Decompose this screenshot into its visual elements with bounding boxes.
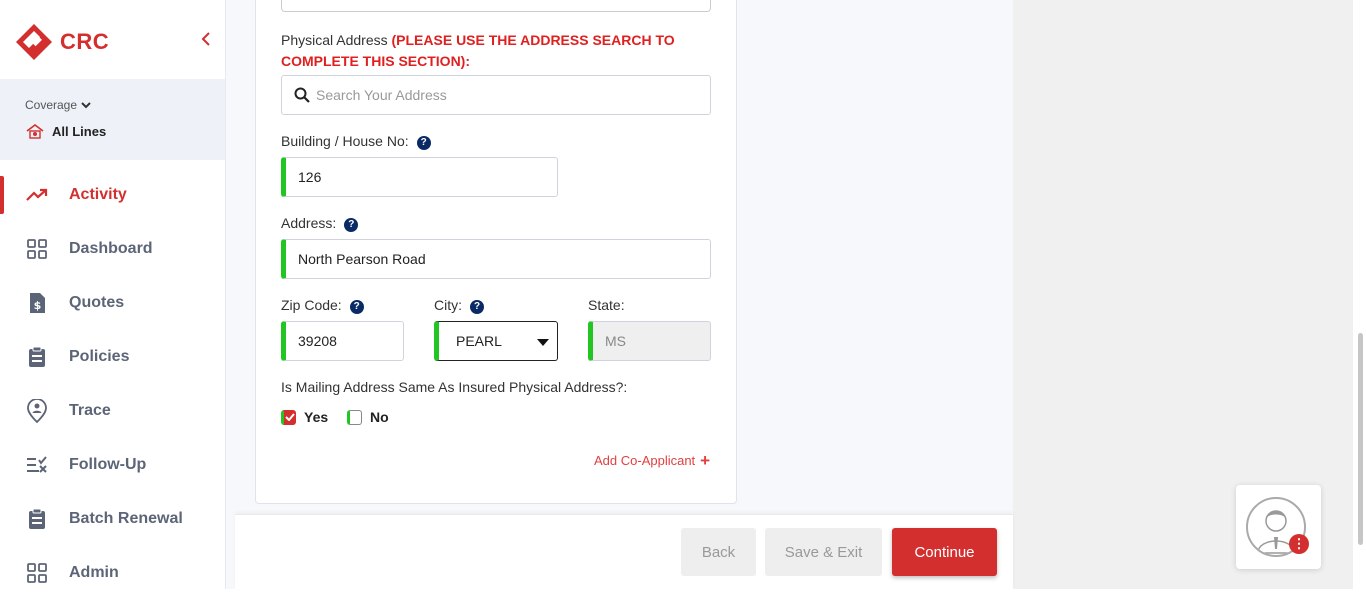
svg-text:$: $ bbox=[34, 299, 42, 312]
help-icon[interactable]: ? bbox=[344, 218, 359, 232]
sidebar-item-activity[interactable]: Activity bbox=[0, 168, 225, 222]
dollar-doc-icon: $ bbox=[26, 292, 48, 314]
chevron-left-icon bbox=[201, 32, 210, 46]
sidebar-item-dashboard[interactable]: Dashboard bbox=[0, 222, 225, 276]
list-check-icon bbox=[26, 454, 48, 476]
building-number-input[interactable]: 126 bbox=[281, 157, 558, 197]
grid-icon bbox=[26, 562, 48, 584]
address-label: Address:? bbox=[281, 215, 359, 232]
no-label: No bbox=[370, 409, 389, 425]
sidebar-item-label: Trace bbox=[69, 402, 111, 419]
sidebar-nav: Activity Dashboard $ Quotes Policies Tra… bbox=[0, 168, 225, 600]
sidebar-item-label: Dashboard bbox=[69, 240, 153, 257]
mailing-same-yes-checkbox[interactable]: Yes bbox=[281, 409, 328, 425]
sidebar-item-policies[interactable]: Policies bbox=[0, 330, 225, 384]
sidebar-item-label: Activity bbox=[69, 186, 127, 203]
sidebar-item-label: Policies bbox=[69, 348, 130, 365]
sidebar-item-batch-renewal[interactable]: Batch Renewal bbox=[0, 492, 225, 546]
sidebar-item-follow-up[interactable]: Follow-Up bbox=[0, 438, 225, 492]
search-icon bbox=[294, 87, 310, 103]
save-exit-button[interactable]: Save & Exit bbox=[765, 528, 882, 576]
help-icon[interactable]: ? bbox=[416, 136, 431, 150]
collapse-sidebar-button[interactable] bbox=[198, 30, 214, 50]
sidebar-item-label: Admin bbox=[69, 564, 119, 581]
coverage-value: All Lines bbox=[52, 123, 107, 139]
state-label: State: bbox=[588, 297, 625, 313]
sidebar-item-admin[interactable]: Admin bbox=[0, 546, 225, 600]
back-button[interactable]: Back bbox=[681, 528, 756, 576]
sidebar-item-label: Follow-Up bbox=[69, 456, 147, 473]
scrollbar-thumb[interactable] bbox=[1358, 333, 1363, 545]
previous-field[interactable] bbox=[281, 0, 711, 12]
grid-icon bbox=[26, 238, 48, 260]
location-user-icon bbox=[26, 399, 48, 423]
mailing-address-question: Is Mailing Address Same As Insured Physi… bbox=[281, 379, 628, 395]
chevron-down-icon bbox=[81, 102, 91, 109]
continue-button[interactable]: Continue bbox=[892, 528, 997, 576]
add-co-applicant-link[interactable]: Add Co-Applicant + bbox=[594, 451, 711, 470]
address-search-field[interactable] bbox=[281, 75, 711, 115]
city-select[interactable]: PEARL bbox=[434, 321, 558, 361]
clipboard-icon bbox=[26, 508, 48, 530]
brand[interactable]: CRC bbox=[16, 24, 109, 60]
yes-label: Yes bbox=[304, 409, 329, 425]
mailing-same-no-checkbox[interactable]: No bbox=[347, 409, 389, 425]
clipboard-icon bbox=[26, 346, 48, 368]
sidebar-item-label: Batch Renewal bbox=[69, 510, 183, 527]
sidebar-item-quotes[interactable]: $ Quotes bbox=[0, 276, 225, 330]
sidebar-item-trace[interactable]: Trace bbox=[0, 384, 225, 438]
zip-code-input[interactable]: 39208 bbox=[281, 321, 404, 361]
state-input: MS bbox=[588, 321, 711, 361]
plus-icon: + bbox=[700, 451, 711, 470]
physical-address-label: Physical Address (PLEASE USE THE ADDRESS… bbox=[281, 32, 675, 69]
sidebar: CRC Coverage All Lines Activity Dashboar… bbox=[0, 0, 226, 589]
city-select-value: PEARL bbox=[456, 333, 502, 349]
brand-name: CRC bbox=[60, 29, 110, 54]
city-label: City:? bbox=[434, 297, 484, 314]
trend-up-icon bbox=[26, 184, 48, 206]
building-label: Building / House No:? bbox=[281, 133, 431, 150]
notification-badge: ⋮ bbox=[1289, 534, 1309, 554]
checkbox-checked-icon bbox=[281, 409, 296, 425]
sidebar-item-label: Quotes bbox=[69, 294, 125, 311]
home-shield-icon bbox=[26, 124, 44, 139]
coverage-selector[interactable]: Coverage All Lines bbox=[0, 79, 225, 160]
help-icon[interactable]: ? bbox=[349, 300, 364, 314]
coverage-label: Coverage bbox=[25, 98, 78, 112]
support-chat-widget[interactable]: ⋮ bbox=[1236, 485, 1321, 569]
help-icon[interactable]: ? bbox=[470, 300, 484, 314]
crc-logo-icon bbox=[16, 24, 52, 60]
address-search-input[interactable] bbox=[316, 87, 696, 103]
street-address-input[interactable]: North Pearson Road bbox=[281, 239, 711, 279]
checkbox-unchecked-icon bbox=[347, 409, 362, 425]
zip-label: Zip Code:? bbox=[281, 297, 364, 314]
caret-down-icon bbox=[537, 339, 549, 346]
